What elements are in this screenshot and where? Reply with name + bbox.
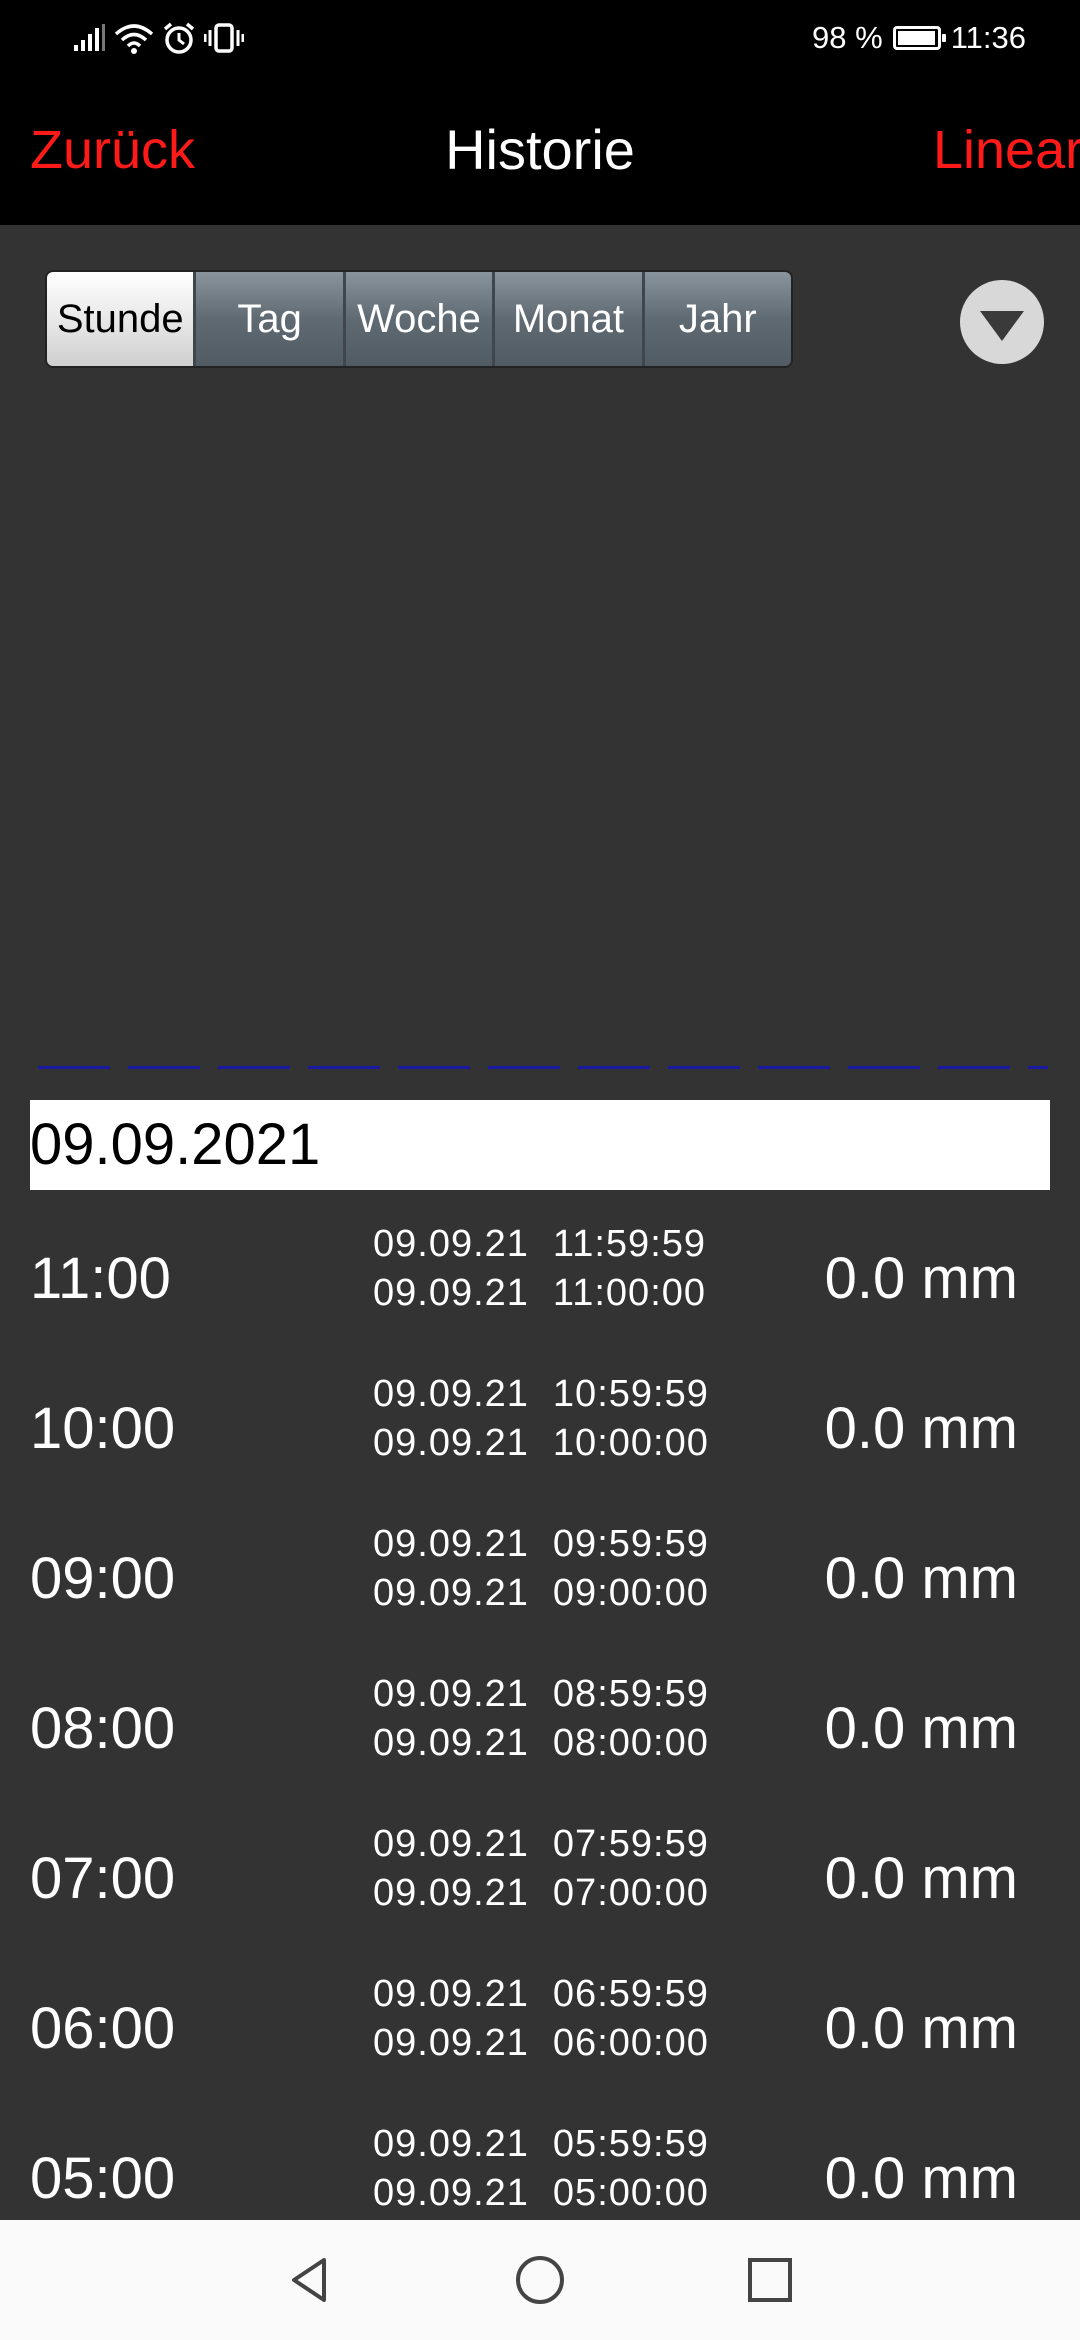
- row-range: 09.09.21 07:59:59 09.09.21 07:00:00: [373, 1820, 709, 1918]
- row-from-time: 10:00:00: [552, 1422, 709, 1464]
- row-hour: 05:00: [30, 2146, 176, 2211]
- period-segmented-control: Stunde Tag Woche Monat Jahr: [45, 270, 793, 368]
- segment-stunde[interactable]: Stunde: [47, 272, 197, 366]
- status-bar: 98 % 11:36: [0, 0, 1080, 75]
- history-list: 11:00 09.09.21 11:59:59 09.09.21 11:00:00 …: [0, 1220, 1080, 2270]
- status-icons-right: 98 % 11:36: [812, 18, 1026, 58]
- list-item[interactable]: 06:00 09.09.21 06:59:59 09.09.21 06:00:00 …: [0, 1970, 1080, 2120]
- row-hour: 07:00: [30, 1846, 176, 1911]
- row-to-date: 09.09.21: [373, 1223, 529, 1265]
- row-hour: 11:00: [30, 1246, 171, 1311]
- row-from-time: 06:00:00: [552, 2022, 709, 2064]
- row-to-date: 09.09.21: [373, 1523, 529, 1565]
- row-to-time: 10:59:59: [552, 1373, 709, 1415]
- row-range: 09.09.21 08:59:59 09.09.21 08:00:00: [373, 1670, 709, 1768]
- row-from-time: 11:00:00: [552, 1272, 707, 1314]
- segment-jahr[interactable]: Jahr: [644, 272, 791, 366]
- row-range: 09.09.21 10:59:59 09.09.21 10:00:00: [373, 1370, 709, 1468]
- list-item[interactable]: 11:00 09.09.21 11:59:59 09.09.21 11:00:00 …: [0, 1220, 1080, 1370]
- date-header: 09.09.2021: [30, 1100, 1050, 1190]
- row-to-date: 09.09.21: [373, 1673, 529, 1715]
- chart-area: [0, 390, 1080, 1070]
- system-nav-bar: [0, 2220, 1080, 2340]
- row-to-time: 11:59:59: [552, 1223, 707, 1265]
- list-item[interactable]: 07:00 09.09.21 07:59:59 09.09.21 07:00:00 …: [0, 1820, 1080, 1970]
- row-from-time: 07:00:00: [552, 1872, 709, 1914]
- row-from-date: 09.09.21: [373, 1572, 529, 1614]
- row-to-date: 09.09.21: [373, 2123, 529, 2165]
- row-hour: 09:00: [30, 1546, 176, 1611]
- row-from-date: 09.09.21: [373, 1722, 529, 1764]
- app-header: Zurück Historie Linear: [0, 75, 1080, 225]
- list-item[interactable]: 09:00 09.09.21 09:59:59 09.09.21 09:00:00 …: [0, 1520, 1080, 1670]
- list-item[interactable]: 08:00 09.09.21 08:59:59 09.09.21 08:00:00 …: [0, 1670, 1080, 1820]
- vibrate-icon: [204, 23, 244, 53]
- signal-icon: [74, 24, 105, 51]
- back-icon[interactable]: [280, 2250, 340, 2310]
- row-from-date: 09.09.21: [373, 1872, 529, 1914]
- row-from-date: 09.09.21: [373, 1422, 529, 1464]
- clock: 11:36: [950, 20, 1026, 55]
- row-from-date: 09.09.21: [373, 2022, 529, 2064]
- row-value: 0.0 mm: [824, 1546, 1018, 1611]
- row-to-date: 09.09.21: [373, 1373, 529, 1415]
- row-range: 09.09.21 06:59:59 09.09.21 06:00:00: [373, 1970, 709, 2068]
- row-value: 0.0 mm: [824, 1696, 1018, 1761]
- chart-baseline: [38, 1066, 1048, 1069]
- row-from-time: 05:00:00: [552, 2172, 709, 2214]
- battery-level: [897, 31, 935, 45]
- row-range: 09.09.21 05:59:59 09.09.21 05:00:00: [373, 2120, 709, 2218]
- row-to-time: 07:59:59: [552, 1823, 709, 1865]
- row-value: 0.0 mm: [824, 1246, 1018, 1311]
- status-icons-left: [72, 18, 244, 58]
- list-item[interactable]: 10:00 09.09.21 10:59:59 09.09.21 10:00:00 …: [0, 1370, 1080, 1520]
- row-from-time: 09:00:00: [552, 1572, 709, 1614]
- segment-tag[interactable]: Tag: [196, 272, 346, 366]
- battery-percent: 98 %: [812, 20, 883, 55]
- segment-woche[interactable]: Woche: [345, 272, 496, 366]
- battery-icon: [892, 26, 946, 50]
- row-to-date: 09.09.21: [373, 1823, 529, 1865]
- alarm-icon: [163, 22, 195, 54]
- page-title: Historie: [445, 118, 635, 181]
- row-to-time: 06:59:59: [552, 1973, 709, 2015]
- row-to-time: 09:59:59: [552, 1523, 709, 1565]
- row-to-time: 08:59:59: [552, 1673, 709, 1715]
- row-range: 09.09.21 11:59:59 09.09.21 11:00:00: [373, 1220, 706, 1318]
- wifi-icon: [114, 24, 154, 54]
- dropdown-button[interactable]: [960, 280, 1044, 364]
- row-hour: 10:00: [30, 1396, 176, 1461]
- row-hour: 08:00: [30, 1696, 176, 1761]
- screen: 98 % 11:36 Zurück Historie Linear Stunde…: [0, 0, 1080, 2340]
- row-value: 0.0 mm: [824, 1396, 1018, 1461]
- row-to-time: 05:59:59: [552, 2123, 709, 2165]
- row-from-time: 08:00:00: [552, 1722, 709, 1764]
- row-value: 0.0 mm: [824, 2146, 1018, 2211]
- row-from-date: 09.09.21: [373, 1272, 529, 1314]
- row-to-date: 09.09.21: [373, 1973, 529, 2015]
- chevron-down-icon: [980, 311, 1024, 341]
- row-value: 0.0 mm: [824, 1846, 1018, 1911]
- row-from-date: 09.09.21: [373, 2172, 529, 2214]
- home-icon[interactable]: [510, 2250, 570, 2310]
- row-hour: 06:00: [30, 1996, 176, 2061]
- linear-button[interactable]: Linear: [933, 120, 1080, 180]
- row-range: 09.09.21 09:59:59 09.09.21 09:00:00: [373, 1520, 709, 1618]
- recent-apps-icon[interactable]: [740, 2250, 800, 2310]
- row-value: 0.0 mm: [824, 1996, 1018, 2061]
- segment-monat[interactable]: Monat: [495, 272, 645, 366]
